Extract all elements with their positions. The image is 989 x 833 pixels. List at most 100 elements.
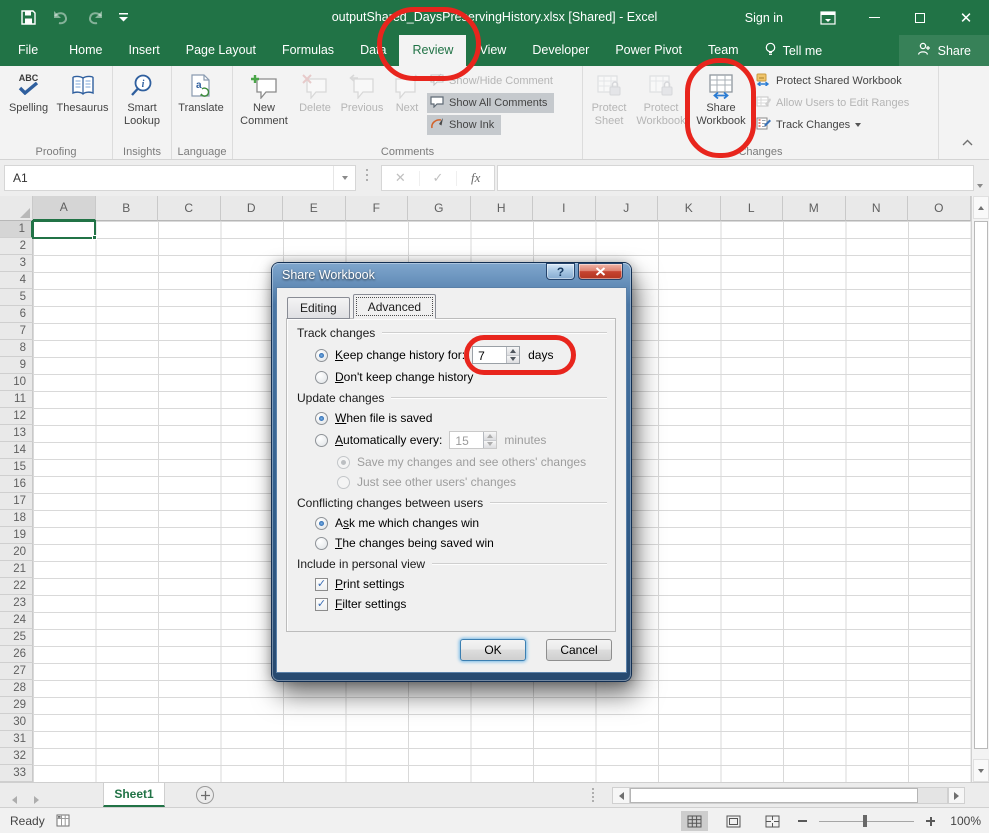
tab-insert[interactable]: Insert	[116, 35, 173, 66]
row-header-22[interactable]: 22	[0, 578, 33, 595]
column-header-G[interactable]: G	[408, 196, 471, 221]
row-header-25[interactable]: 25	[0, 629, 33, 646]
row-header-5[interactable]: 5	[0, 289, 33, 306]
translate-button[interactable]: a Translate	[174, 67, 228, 145]
row-header-6[interactable]: 6	[0, 306, 33, 323]
radio-dont-keep-history[interactable]: Don't keep change history	[315, 370, 607, 384]
dialog-tab-advanced[interactable]: Advanced	[353, 294, 436, 319]
spelling-button[interactable]: ABC Spelling	[2, 67, 55, 145]
selected-cell-a1[interactable]	[32, 220, 96, 239]
maximize-icon[interactable]	[897, 0, 943, 35]
tab-team[interactable]: Team	[695, 35, 752, 66]
column-header-B[interactable]: B	[96, 196, 159, 221]
add-sheet-icon[interactable]	[196, 786, 214, 804]
row-header-12[interactable]: 12	[0, 408, 33, 425]
column-header-N[interactable]: N	[846, 196, 909, 221]
share-button[interactable]: Share	[899, 35, 989, 66]
row-header-8[interactable]: 8	[0, 340, 33, 357]
save-icon[interactable]	[20, 9, 37, 26]
row-header-10[interactable]: 10	[0, 374, 33, 391]
tab-file[interactable]: File	[0, 35, 56, 66]
view-page-layout-icon[interactable]	[720, 811, 747, 831]
radio-automatically-every[interactable]: Automatically every: 15 minutes	[315, 431, 607, 449]
track-changes-button[interactable]: Track Changes	[753, 115, 868, 135]
scroll-down-icon[interactable]	[973, 759, 989, 782]
column-header-O[interactable]: O	[908, 196, 971, 221]
row-header-15[interactable]: 15	[0, 459, 33, 476]
show-all-comments-button[interactable]: Show All Comments	[427, 93, 554, 113]
smart-lookup-button[interactable]: i Smart Lookup	[115, 67, 169, 145]
zoom-in-icon[interactable]	[926, 817, 935, 826]
checkbox-filter-settings[interactable]: Filter settings	[315, 597, 607, 611]
tab-page-layout[interactable]: Page Layout	[173, 35, 269, 66]
row-header-13[interactable]: 13	[0, 425, 33, 442]
zoom-out-icon[interactable]	[798, 820, 807, 822]
view-normal-icon[interactable]	[681, 811, 708, 831]
radio-ask-me[interactable]: Ask me which changes win	[315, 516, 607, 530]
horizontal-scrollbar[interactable]	[612, 787, 948, 804]
protect-shared-workbook-button[interactable]: Protect Shared Workbook	[753, 71, 909, 91]
row-header-32[interactable]: 32	[0, 748, 33, 765]
row-header-26[interactable]: 26	[0, 646, 33, 663]
row-header-17[interactable]: 17	[0, 493, 33, 510]
row-header-2[interactable]: 2	[0, 238, 33, 255]
row-header-31[interactable]: 31	[0, 731, 33, 748]
spin-down-icon[interactable]	[507, 356, 519, 364]
ribbon-display-options-icon[interactable]	[805, 0, 851, 35]
row-header-20[interactable]: 20	[0, 544, 33, 561]
column-header-C[interactable]: C	[158, 196, 221, 221]
horizontal-scroll-thumb[interactable]	[630, 788, 918, 803]
tab-power-pivot[interactable]: Power Pivot	[602, 35, 695, 66]
close-icon[interactable]: ✕	[943, 0, 989, 35]
column-header-K[interactable]: K	[658, 196, 721, 221]
row-header-18[interactable]: 18	[0, 510, 33, 527]
vertical-scroll-thumb[interactable]	[974, 221, 988, 749]
sheet-tab-sheet1[interactable]: Sheet1	[103, 783, 165, 807]
formula-input[interactable]	[497, 165, 974, 191]
customize-qat-icon[interactable]	[119, 13, 128, 22]
zoom-slider[interactable]	[819, 821, 914, 822]
tab-bar-grip[interactable]	[592, 788, 594, 802]
scroll-right-icon[interactable]	[948, 787, 965, 804]
tab-view[interactable]: View	[466, 35, 519, 66]
macro-record-icon[interactable]	[56, 814, 70, 832]
row-header-28[interactable]: 28	[0, 680, 33, 697]
scroll-up-icon[interactable]	[973, 196, 989, 219]
column-header-M[interactable]: M	[783, 196, 846, 221]
row-header-9[interactable]: 9	[0, 357, 33, 374]
dialog-close-icon[interactable]	[578, 263, 623, 280]
days-spinner[interactable]: 7	[472, 346, 520, 364]
row-header-33[interactable]: 33	[0, 765, 33, 782]
row-header-29[interactable]: 29	[0, 697, 33, 714]
tab-data[interactable]: Data	[347, 35, 399, 66]
name-box-dropdown-icon[interactable]	[333, 166, 355, 190]
column-header-I[interactable]: I	[533, 196, 596, 221]
formula-bar-expand-icon[interactable]	[977, 175, 983, 193]
column-header-F[interactable]: F	[346, 196, 409, 221]
checkbox-print-settings[interactable]: Print settings	[315, 577, 607, 591]
select-all-corner[interactable]	[0, 196, 33, 221]
fill-handle[interactable]	[92, 235, 97, 240]
thesaurus-button[interactable]: Thesaurus	[55, 67, 110, 145]
column-header-L[interactable]: L	[721, 196, 784, 221]
column-header-H[interactable]: H	[471, 196, 534, 221]
row-header-4[interactable]: 4	[0, 272, 33, 289]
zoom-level[interactable]: 100%	[947, 814, 981, 828]
row-header-30[interactable]: 30	[0, 714, 33, 731]
ok-button[interactable]: OK	[460, 639, 526, 661]
row-header-3[interactable]: 3	[0, 255, 33, 272]
tab-review[interactable]: Review	[399, 35, 466, 66]
tab-formulas[interactable]: Formulas	[269, 35, 347, 66]
spin-up-icon[interactable]	[507, 347, 519, 356]
row-header-11[interactable]: 11	[0, 391, 33, 408]
share-workbook-button[interactable]: Share Workbook	[689, 67, 753, 145]
dialog-help-button[interactable]: ?	[546, 263, 575, 280]
new-comment-button[interactable]: New Comment	[235, 67, 293, 145]
show-ink-button[interactable]: Show Ink	[427, 115, 501, 135]
name-box[interactable]: A1	[4, 165, 356, 191]
tell-me-box[interactable]: Tell me	[752, 35, 835, 66]
view-page-break-icon[interactable]	[759, 811, 786, 831]
insert-function-icon[interactable]: fx	[457, 170, 494, 186]
tab-developer[interactable]: Developer	[519, 35, 602, 66]
column-header-J[interactable]: J	[596, 196, 659, 221]
